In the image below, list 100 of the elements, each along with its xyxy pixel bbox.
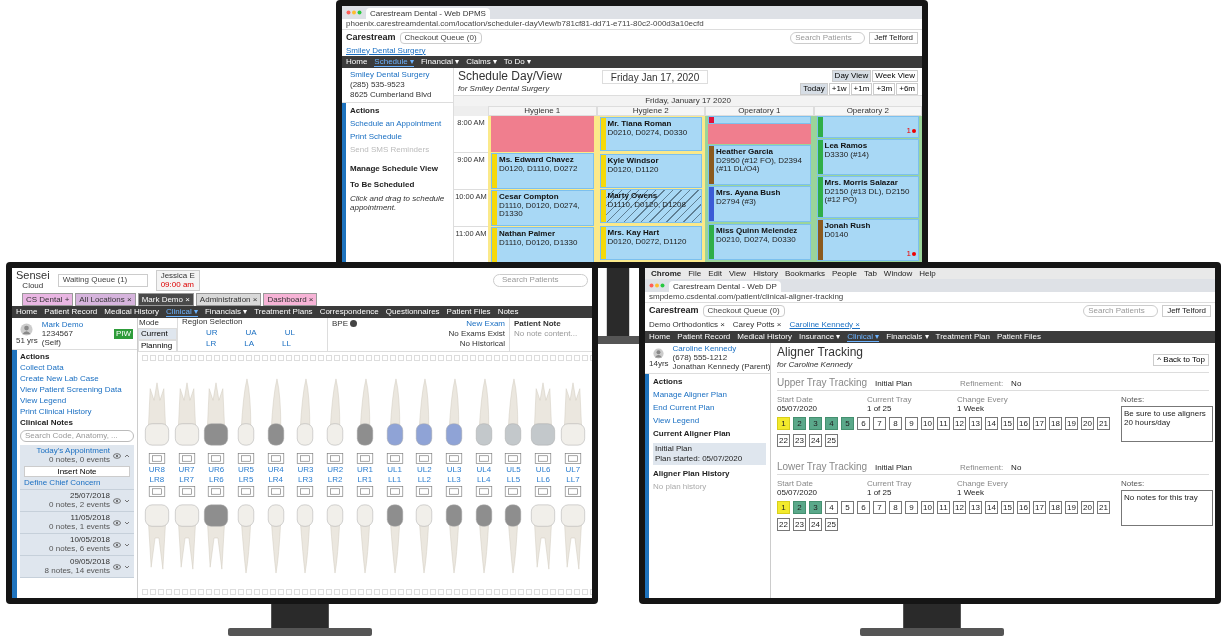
tooth-label[interactable]: LL6 — [536, 476, 550, 484]
date-jump-button[interactable]: +3m — [873, 83, 896, 95]
nav-tab[interactable]: Patient Files — [997, 333, 1041, 341]
browser-tab[interactable]: Carestream Dental - Web DP — [669, 281, 781, 292]
nav-tab[interactable]: Financials ▾ — [886, 333, 929, 341]
new-exam-link[interactable]: New Exam — [466, 320, 505, 328]
action-link[interactable]: Manage Aligner Plan — [653, 391, 766, 399]
tooth-label[interactable]: LR1 — [357, 476, 373, 484]
tooth-label[interactable]: LL5 — [506, 476, 521, 484]
action-link[interactable]: Collect Data — [20, 364, 134, 372]
tooth-surface-icon[interactable] — [474, 453, 493, 464]
action-link[interactable]: End Current Plan — [653, 404, 766, 412]
tray-marker[interactable]: 3 — [809, 417, 822, 430]
tooth-label[interactable]: LR7 — [179, 476, 194, 484]
tray-marker[interactable]: 17 — [1033, 501, 1046, 514]
tooth-label[interactable]: UL1 — [387, 466, 402, 474]
tooth-label[interactable]: LL2 — [417, 476, 431, 484]
nav-tab[interactable]: Questionnaires — [385, 308, 440, 316]
tooth-label[interactable]: LL3 — [447, 476, 461, 484]
tray-marker[interactable]: 18 — [1049, 501, 1062, 514]
tray-marker[interactable]: 12 — [953, 501, 966, 514]
tooth-surface-icon[interactable] — [355, 453, 374, 464]
tray-marker[interactable]: 5 — [841, 501, 854, 514]
patient-name[interactable]: Mark Demo — [41, 320, 84, 329]
practice-name[interactable]: Smiley Dental Surgery — [350, 71, 450, 79]
tooth-surface-icon[interactable] — [534, 453, 553, 464]
tooth-label[interactable]: LR5 — [238, 476, 254, 484]
tooth-label[interactable]: UR7 — [178, 466, 195, 474]
patient-tab[interactable]: All Locations × — [75, 293, 136, 306]
queue-select[interactable]: Checkout Queue (0) — [702, 304, 785, 317]
tray-marker[interactable]: 14 — [985, 501, 998, 514]
nav-tab[interactable]: Medical History — [737, 333, 792, 341]
tray-marker[interactable]: 19 — [1065, 501, 1078, 514]
tray-marker[interactable]: 15 — [1001, 417, 1014, 430]
menu-item[interactable]: History — [753, 269, 778, 278]
appointment-card[interactable]: Nathan Palmer D1110, D0120, D1330 — [491, 227, 594, 262]
patient-tab[interactable]: Dashboard × — [263, 293, 318, 306]
tray-marker[interactable]: 17 — [1033, 417, 1046, 430]
tooth-surface-icon[interactable] — [207, 453, 226, 464]
tray-marker[interactable]: 10 — [921, 417, 934, 430]
tooth-surface-icon[interactable] — [177, 486, 196, 497]
date-jump-button[interactable]: +1w — [828, 83, 850, 95]
insert-note-button[interactable]: Insert Note — [24, 466, 130, 477]
nav-tab[interactable]: Clinical ▾ — [847, 332, 880, 342]
tooth-surface-icon[interactable] — [296, 453, 315, 464]
tooth-surface-icon[interactable] — [415, 453, 434, 464]
tooth-surface-icon[interactable] — [147, 453, 166, 464]
tray-marker[interactable]: 20 — [1081, 417, 1094, 430]
tooth-label[interactable]: UL4 — [476, 466, 492, 474]
appointment-card[interactable]: Ms. Edward Chavez D0120, D1110, D0272 — [491, 153, 594, 189]
mode-option[interactable]: Current — [138, 328, 177, 340]
tray-marker[interactable]: 4 — [825, 501, 838, 514]
nav-tab[interactable]: Patient Files — [446, 308, 491, 316]
nav-tab[interactable]: Home — [346, 58, 368, 66]
tooth-label[interactable]: UL3 — [446, 466, 462, 474]
chevron-up-icon[interactable] — [124, 452, 130, 459]
location-tab[interactable]: Smiley Dental Surgery — [346, 46, 426, 55]
tooth-label[interactable]: UR5 — [238, 466, 254, 474]
tray-marker[interactable]: 9 — [905, 417, 918, 430]
menu-item[interactable]: Chrome — [651, 269, 682, 278]
tooth-label[interactable]: UL2 — [417, 466, 432, 474]
tray-marker[interactable]: 25 — [825, 434, 838, 447]
tooth-surface-icon[interactable] — [177, 453, 196, 464]
user-menu[interactable]: Jeff Telford — [869, 31, 918, 44]
tooth-surface-icon[interactable] — [266, 453, 285, 464]
appointment-card[interactable]: Cesar Compton D1110, D0120, D0274, D1330 — [491, 190, 594, 226]
tray-marker[interactable]: 9 — [905, 501, 918, 514]
region-link[interactable]: LR — [206, 340, 217, 348]
action-link[interactable]: Print Schedule — [350, 133, 448, 141]
tooth-label[interactable]: UR6 — [208, 466, 225, 474]
appointment-title[interactable]: Today's Appointment — [36, 447, 110, 455]
nav-tab[interactable]: Patient Record — [44, 308, 98, 316]
region-link[interactable]: LA — [244, 340, 255, 348]
tooth-label[interactable]: LL1 — [387, 476, 402, 484]
chevron-down-icon[interactable] — [124, 563, 130, 570]
date-jump-button[interactable]: Today — [800, 83, 828, 95]
nav-tab[interactable]: Insurance ▾ — [798, 333, 841, 341]
chevron-down-icon[interactable] — [124, 541, 130, 548]
tooth-label[interactable]: UR8 — [148, 466, 165, 474]
nav-tab[interactable]: Financials ▾ — [204, 308, 248, 316]
nav-tab[interactable]: Treatment Plans — [254, 308, 313, 316]
tray-marker[interactable]: 13 — [969, 501, 982, 514]
tray-marker[interactable]: 24 — [809, 518, 822, 531]
tray-marker[interactable]: 10 — [921, 501, 934, 514]
tooth-surface-icon[interactable] — [563, 486, 582, 497]
tooth-label[interactable]: LR4 — [268, 476, 284, 484]
tray-marker[interactable]: 8 — [889, 417, 902, 430]
appointment-card[interactable]: Kyle Windsor D0120, D1120 — [599, 154, 702, 188]
appointment-title[interactable]: 11/05/2018 — [70, 514, 110, 522]
nav-tab[interactable]: Notes — [497, 308, 519, 316]
tray-marker[interactable]: 16 — [1017, 501, 1030, 514]
tray-marker[interactable]: 14 — [985, 417, 998, 430]
tray-marker[interactable]: 6 — [857, 501, 870, 514]
eye-icon[interactable] — [113, 497, 121, 504]
tooth-surface-icon[interactable] — [237, 486, 255, 497]
eye-icon[interactable] — [113, 452, 121, 459]
menu-item[interactable]: Bookmarks — [785, 269, 826, 278]
tray-marker[interactable]: 12 — [953, 417, 966, 430]
appointment-title[interactable]: 09/05/2018 — [69, 558, 110, 566]
tray-marker[interactable]: 18 — [1049, 417, 1062, 430]
